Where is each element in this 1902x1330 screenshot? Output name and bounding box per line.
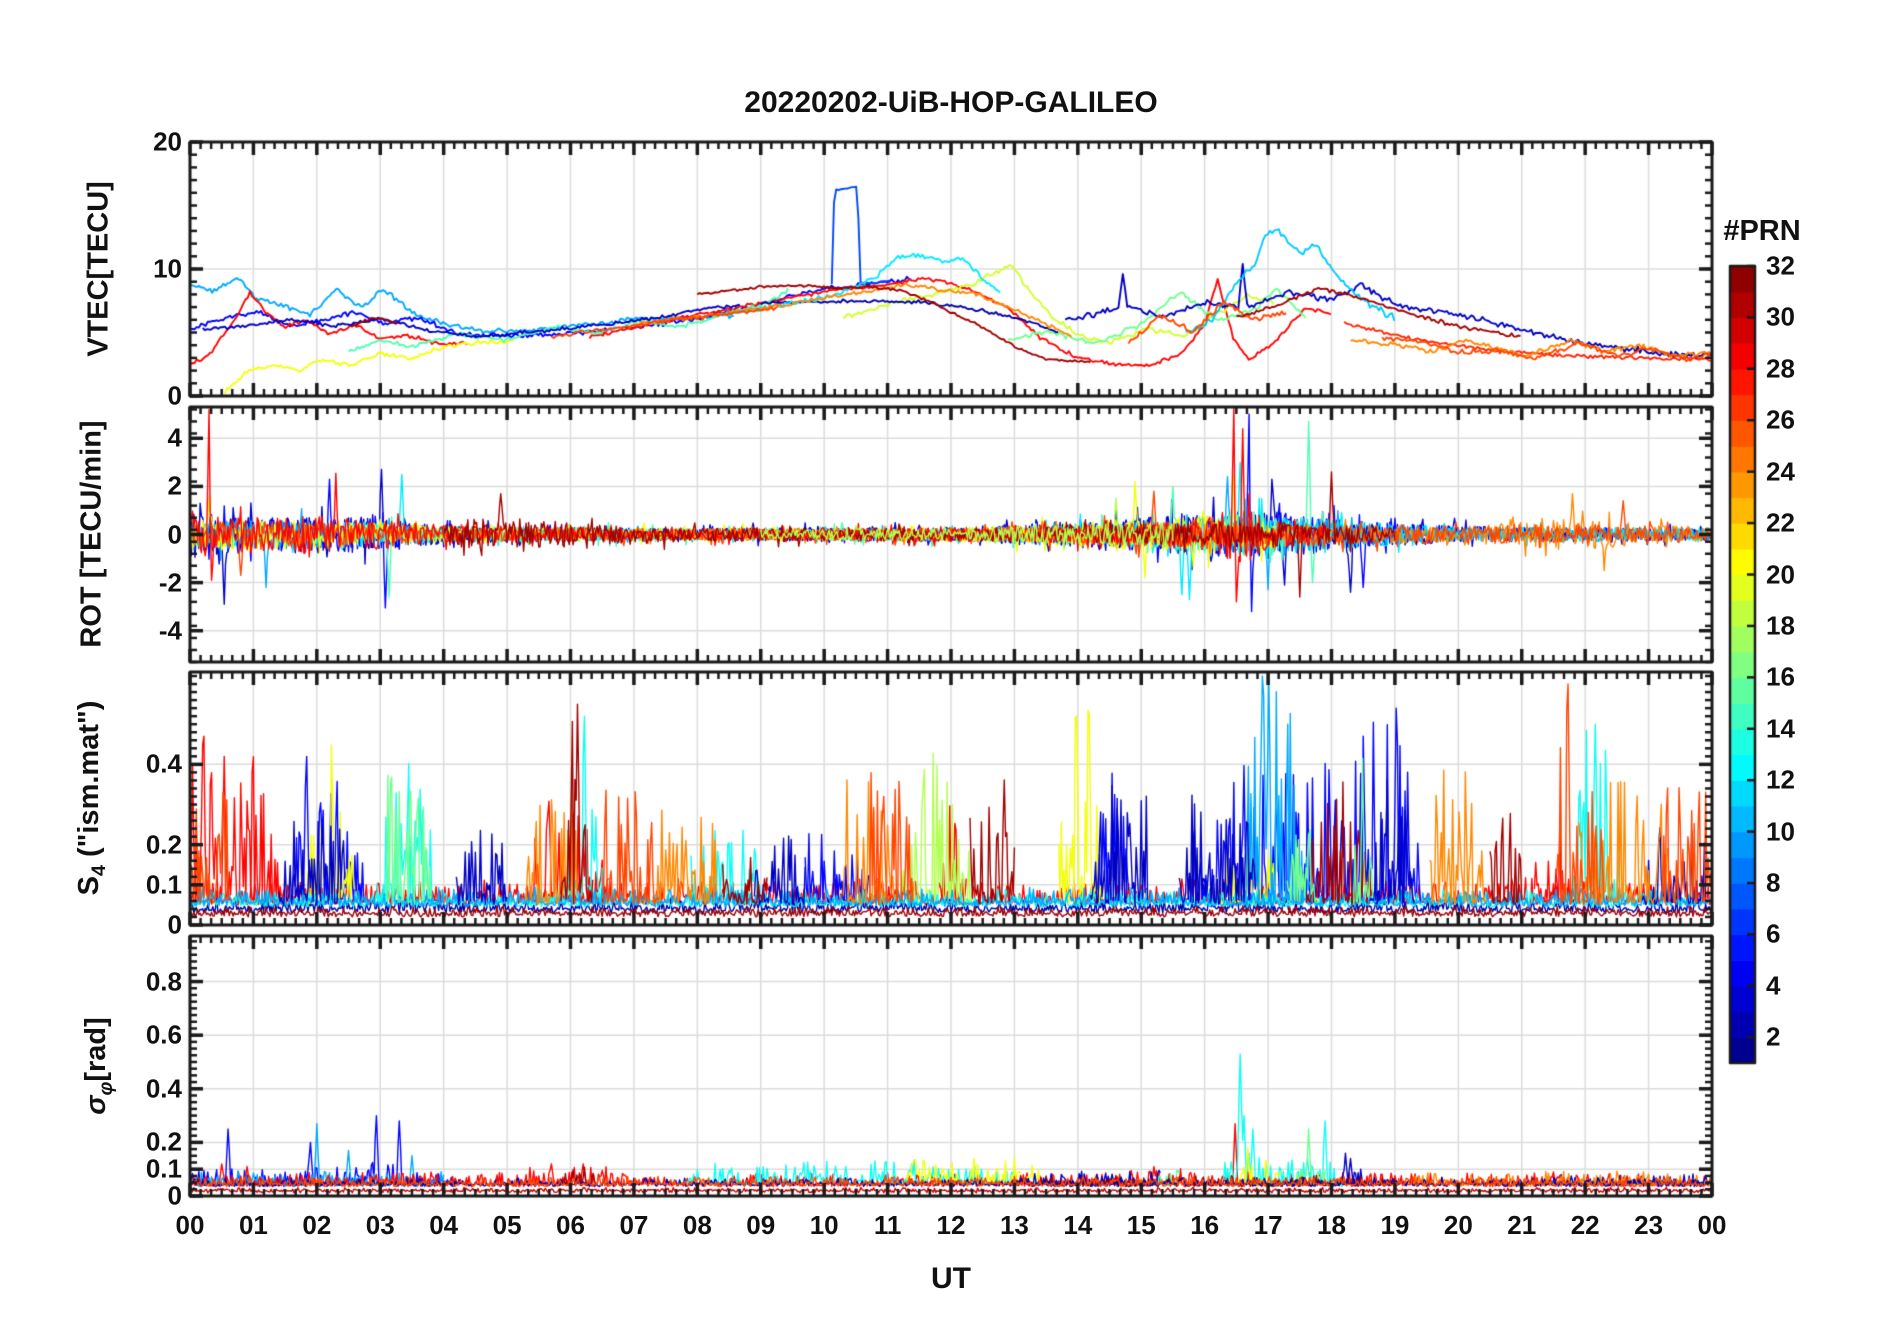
chart-canvas: [0, 0, 1902, 1330]
x-tick-label: 00: [1697, 1210, 1727, 1240]
x-tick-label: 21: [1507, 1210, 1537, 1240]
x-tick-label: 11: [873, 1210, 902, 1240]
y-tick-label: 0.2: [145, 829, 182, 860]
y-tick-label: 20: [153, 126, 182, 157]
x-axis-title: UT: [931, 1262, 971, 1295]
x-tick-label: 14: [1063, 1210, 1093, 1240]
colorbar-title: #PRN: [1723, 215, 1801, 247]
colorbar-tick-label: 14: [1766, 713, 1795, 744]
y-tick-label: 0: [167, 380, 182, 411]
x-tick-label: 09: [746, 1210, 776, 1240]
y-tick-label: 2: [167, 470, 182, 501]
x-tick-label: 00: [175, 1210, 205, 1240]
x-tick-label: 20: [1443, 1210, 1473, 1240]
colorbar-tick-label: 10: [1766, 816, 1795, 847]
y-tick-label: 0: [167, 909, 182, 940]
y-tick-label: 10: [153, 253, 182, 284]
x-tick-label: 03: [365, 1210, 395, 1240]
x-tick-label: 12: [936, 1210, 966, 1240]
y-tick-label: 0.4: [145, 1073, 182, 1104]
colorbar-tick-label: 2: [1766, 1021, 1781, 1052]
y-tick-label: 0.2: [145, 1126, 182, 1157]
y-tick-label: 0.6: [145, 1019, 182, 1050]
y-tick-label: 0.1: [145, 869, 182, 900]
colorbar-tick-label: 32: [1766, 250, 1795, 281]
y-tick-label: 4: [167, 422, 182, 453]
colorbar-tick-label: 30: [1766, 301, 1795, 332]
x-tick-label: 02: [302, 1210, 332, 1240]
y-tick-label: 0: [167, 1180, 182, 1211]
ylabel-s4: S4 ("ism.mat"): [73, 701, 111, 896]
chart-title: 20220202-UiB-HOP-GALILEO: [744, 86, 1158, 119]
x-tick-label: 19: [1380, 1210, 1410, 1240]
colorbar-tick-label: 22: [1766, 507, 1795, 538]
y-tick-label: 0.1: [145, 1153, 182, 1184]
colorbar-tick-label: 8: [1766, 867, 1781, 898]
colorbar-tick-label: 4: [1766, 970, 1781, 1001]
x-tick-label: 01: [238, 1210, 268, 1240]
colorbar-tick-label: 28: [1766, 353, 1795, 384]
y-tick-label: 0: [167, 519, 182, 549]
x-tick-label: 05: [492, 1210, 522, 1240]
x-tick-label: 17: [1253, 1210, 1283, 1240]
colorbar-tick-label: 16: [1766, 661, 1795, 692]
colorbar-tick-label: 20: [1766, 559, 1795, 590]
y-tick-label: -2: [158, 567, 182, 598]
x-tick-label: 08: [682, 1210, 712, 1240]
x-tick-label: 04: [429, 1210, 459, 1240]
x-tick-label: 13: [999, 1210, 1029, 1240]
y-tick-label: -4: [158, 615, 182, 646]
x-tick-label: 06: [556, 1210, 585, 1240]
colorbar-tick-label: 24: [1766, 456, 1795, 487]
x-tick-label: 23: [1634, 1210, 1664, 1240]
x-tick-label: 10: [809, 1210, 839, 1240]
colorbar-tick-label: 26: [1766, 404, 1795, 435]
x-tick-label: 22: [1570, 1210, 1600, 1240]
figure-root: 20220202-UiB-HOP-GALILEO VTEC[TECU] ROT …: [0, 0, 1902, 1330]
x-tick-label: 18: [1317, 1210, 1346, 1240]
x-tick-label: 15: [1126, 1210, 1156, 1240]
colorbar-tick-label: 18: [1766, 610, 1795, 641]
x-tick-label: 16: [1190, 1210, 1220, 1240]
colorbar-tick-label: 6: [1766, 918, 1781, 949]
x-tick-label: 07: [619, 1210, 649, 1240]
colorbar-tick-label: 12: [1766, 764, 1795, 795]
y-tick-label: 0.8: [145, 966, 182, 997]
y-tick-label: 0.4: [145, 748, 182, 779]
